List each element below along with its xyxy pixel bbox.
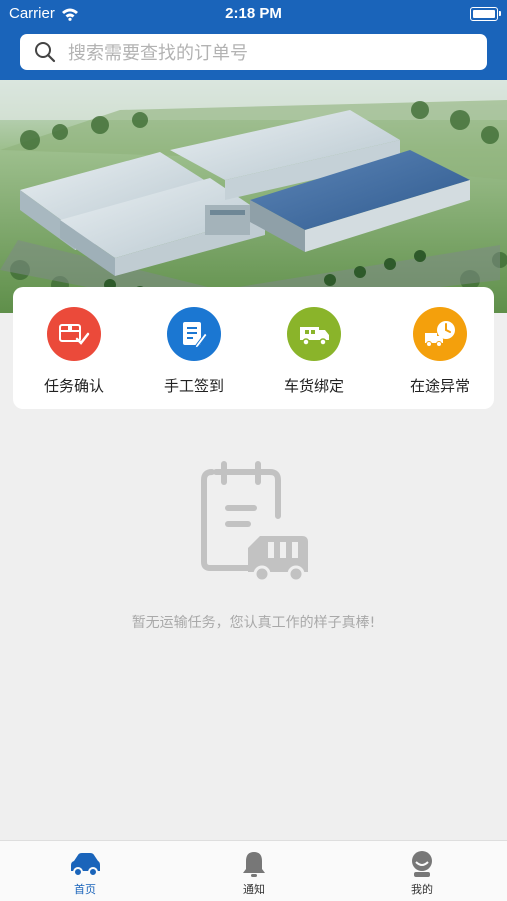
truck-clock-icon [425,321,455,347]
package-check-icon [59,324,90,345]
action-vehicle-cargo-bind[interactable]: 车货绑定 [259,307,369,397]
battery-icon [470,7,501,21]
factory-banner-image [0,80,507,313]
search-placeholder[interactable]: 搜索需要查找的订单号 [68,39,248,65]
bottom-tab-bar: 首页 通知 我的 [0,840,507,901]
bell-icon [243,852,265,877]
search-icon [35,42,56,63]
delivery-van-icon [300,327,329,346]
action-manual-checkin[interactable]: 手工签到 [139,307,249,397]
tab-notifications[interactable]: 通知 [204,849,304,897]
status-bar: Carrier 2:18 PM [0,0,507,28]
tab-label: 我的 [411,883,433,896]
tab-mine[interactable]: 我的 [372,849,472,897]
user-icon [412,851,432,877]
tab-label: 通知 [243,883,265,896]
empty-truck-clipboard-icon [201,461,308,583]
action-circle [287,307,341,361]
action-label: 车货绑定 [283,377,344,395]
action-label: 在途异常 [409,377,470,395]
action-label: 手工签到 [163,377,224,395]
tab-home[interactable]: 首页 [35,849,135,897]
tab-label: 首页 [74,883,96,896]
car-icon [71,853,100,877]
header-bar: Carrier 2:18 PM 搜索需要查找的订单号 [0,0,507,80]
search-bar[interactable]: 搜索需要查找的订单号 [20,34,487,70]
status-time: 2:18 PM [225,5,282,22]
quick-actions-card: 任务确认 手工签到 车货绑定 在途异常 [13,287,494,409]
empty-state-message: 暂无运输任务，您认真工作的样子真棒! [131,615,376,631]
action-circle [47,307,101,361]
action-task-confirm[interactable]: 任务确认 [19,307,129,397]
action-label: 任务确认 [43,377,104,395]
action-circle [167,307,221,361]
note-pen-icon [183,322,208,349]
action-circle [413,307,467,361]
action-in-transit-exception[interactable]: 在途异常 [385,307,495,397]
